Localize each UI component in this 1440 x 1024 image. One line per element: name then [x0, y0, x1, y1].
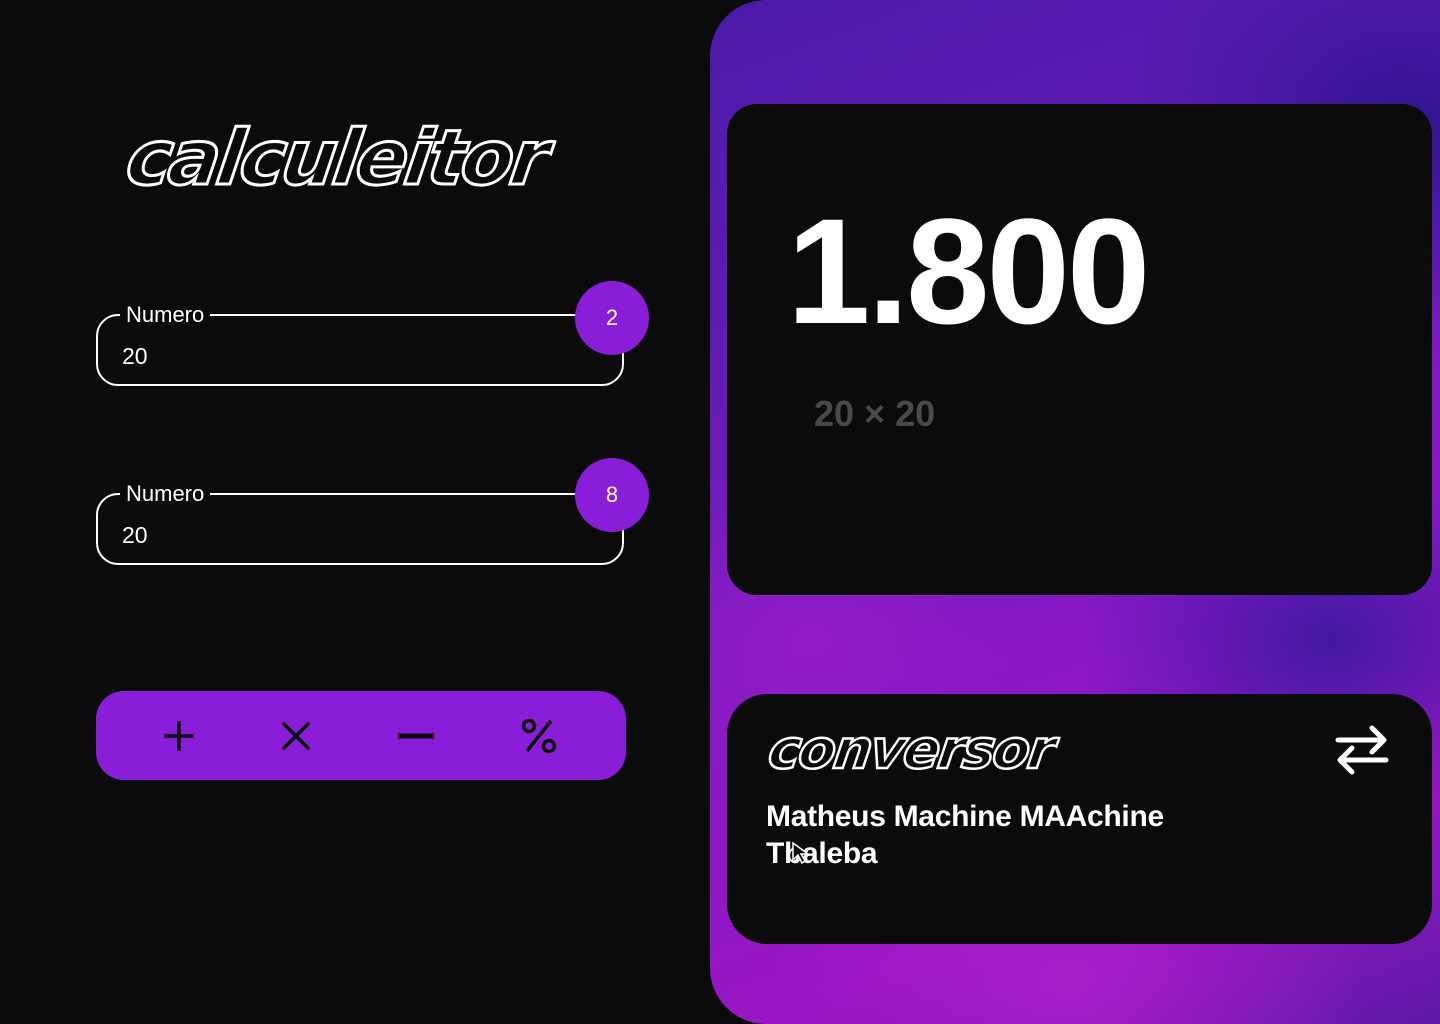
add-button[interactable]: [152, 709, 206, 763]
converter-logo-text: conversor: [765, 718, 1063, 781]
number-field-1[interactable]: Numero: [96, 301, 624, 386]
minus-icon: [398, 733, 434, 739]
subtract-button[interactable]: [389, 709, 443, 763]
calculator-logo: calculeitor: [120, 112, 610, 205]
operations-bar: [96, 691, 626, 780]
result-card: 1.800 20 × 20: [727, 104, 1432, 595]
number-input-1[interactable]: [122, 342, 542, 370]
swap-button[interactable]: [1332, 722, 1392, 778]
plus-icon: [164, 721, 194, 751]
result-expression: 20 × 20: [814, 393, 936, 434]
percent-icon: [521, 718, 557, 754]
converter-logo-art: conversor: [763, 717, 1063, 782]
app-page: calculeitor Numero 2 Numero 8: [0, 0, 1440, 1024]
converter-logo: conversor: [763, 717, 1107, 782]
converter-card: conversor Matheus Machine MAAchine Tbale…: [727, 694, 1432, 944]
number-field-1-badge: 2: [575, 281, 649, 355]
percent-button[interactable]: [512, 709, 566, 763]
swap-arrows-icon: [1335, 725, 1389, 775]
number-field-2[interactable]: Numero: [96, 480, 624, 565]
number-field-2-label: Numero: [120, 480, 211, 508]
result-value: 1.800: [787, 187, 1150, 355]
converter-text[interactable]: Matheus Machine MAAchine Tbaleba: [766, 798, 1246, 872]
calculator-logo-text: calculeitor: [121, 114, 559, 203]
number-field-1-label: Numero: [120, 301, 211, 329]
multiply-button[interactable]: [269, 709, 323, 763]
number-input-2[interactable]: [122, 521, 542, 549]
times-icon: [281, 721, 311, 751]
number-field-2-badge: 8: [575, 458, 649, 532]
text-cursor-icon: [792, 841, 811, 865]
calculator-logo-art: calculeitor: [120, 113, 561, 205]
